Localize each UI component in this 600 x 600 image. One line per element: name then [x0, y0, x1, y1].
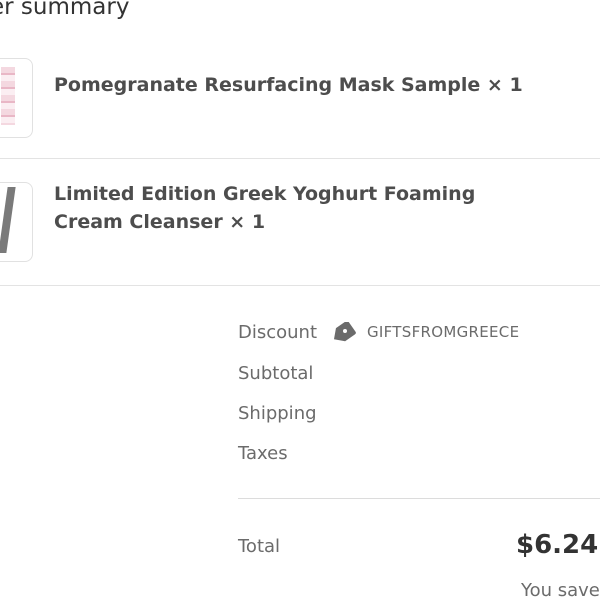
- items-bottom-divider: [0, 285, 600, 286]
- total-value: $6.24: [516, 530, 599, 560]
- tag-icon: [333, 322, 356, 342]
- product-thumbnail: [0, 182, 33, 262]
- total-divider: [238, 498, 600, 499]
- product-thumbnail: [0, 58, 33, 138]
- item-divider: [0, 158, 600, 159]
- savings-text: You save: [521, 580, 600, 600]
- order-item-name: Limited Edition Greek Yoghurt Foaming Cr…: [54, 183, 476, 233]
- order-item-name: Pomegranate Resurfacing Mask Sample × 1: [54, 74, 523, 96]
- order-summary-panel: er summary Pomegranate Resurfacing Mask …: [0, 0, 600, 600]
- total-label: Total: [238, 536, 281, 557]
- shipping-label: Shipping: [238, 403, 317, 424]
- discount-label: Discount: [238, 322, 318, 343]
- taxes-label: Taxes: [238, 443, 288, 464]
- order-summary-heading: er summary: [0, 0, 130, 20]
- cleanser-tube-image: [0, 187, 16, 253]
- pomegranate-mask-image: [1, 67, 15, 125]
- discount-code: GIFTSFROMGREECE: [367, 323, 520, 341]
- subtotal-label: Subtotal: [238, 363, 314, 384]
